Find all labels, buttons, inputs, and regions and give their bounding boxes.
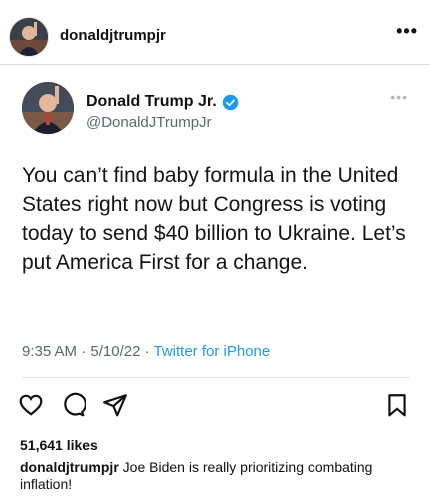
tweet-author-handle: @DonaldJTrumpJr: [86, 114, 212, 131]
bookmark-icon[interactable]: [384, 392, 410, 418]
verified-badge-icon: [222, 94, 238, 110]
tweet-card: Donald Trump Jr. @DonaldJTrumpJr ••• You…: [0, 65, 430, 373]
post-header: donaldjtrumpjr •••: [0, 6, 430, 65]
tweet-source: Twitter for iPhone: [153, 343, 271, 360]
post-username[interactable]: donaldjtrumpjr: [60, 27, 166, 44]
avatar-photo: [10, 18, 48, 56]
tweet-avatar: [22, 82, 74, 134]
comment-icon[interactable]: [60, 392, 86, 418]
send-icon[interactable]: [102, 392, 128, 418]
caption-username[interactable]: donaldjtrumpjr: [20, 459, 119, 475]
tweet-text: You can’t find baby formula in the Unite…: [22, 164, 406, 274]
divider: [22, 377, 410, 378]
tweet-date: 5/10/22: [90, 343, 141, 360]
post-actions: [0, 392, 430, 422]
tweet-author-name-text: Donald Trump Jr.: [86, 93, 217, 110]
more-options-icon[interactable]: •••: [396, 21, 418, 42]
avatar[interactable]: [10, 18, 48, 56]
meta-separator: ·: [77, 343, 91, 360]
tweet-more-icon: •••: [390, 89, 408, 105]
caption: donaldjtrumpjr Joe Biden is really prior…: [20, 459, 420, 493]
heart-icon[interactable]: [18, 392, 44, 418]
like-count[interactable]: 51,641 likes: [20, 437, 98, 453]
tweet-author-name: Donald Trump Jr.: [86, 93, 239, 111]
meta-separator: ·: [140, 343, 154, 360]
tweet-meta: 9:35 AM · 5/10/22 · Twitter for iPhone: [22, 343, 270, 360]
tweet-avatar-photo: [22, 82, 74, 134]
tweet-time: 9:35 AM: [22, 343, 78, 360]
